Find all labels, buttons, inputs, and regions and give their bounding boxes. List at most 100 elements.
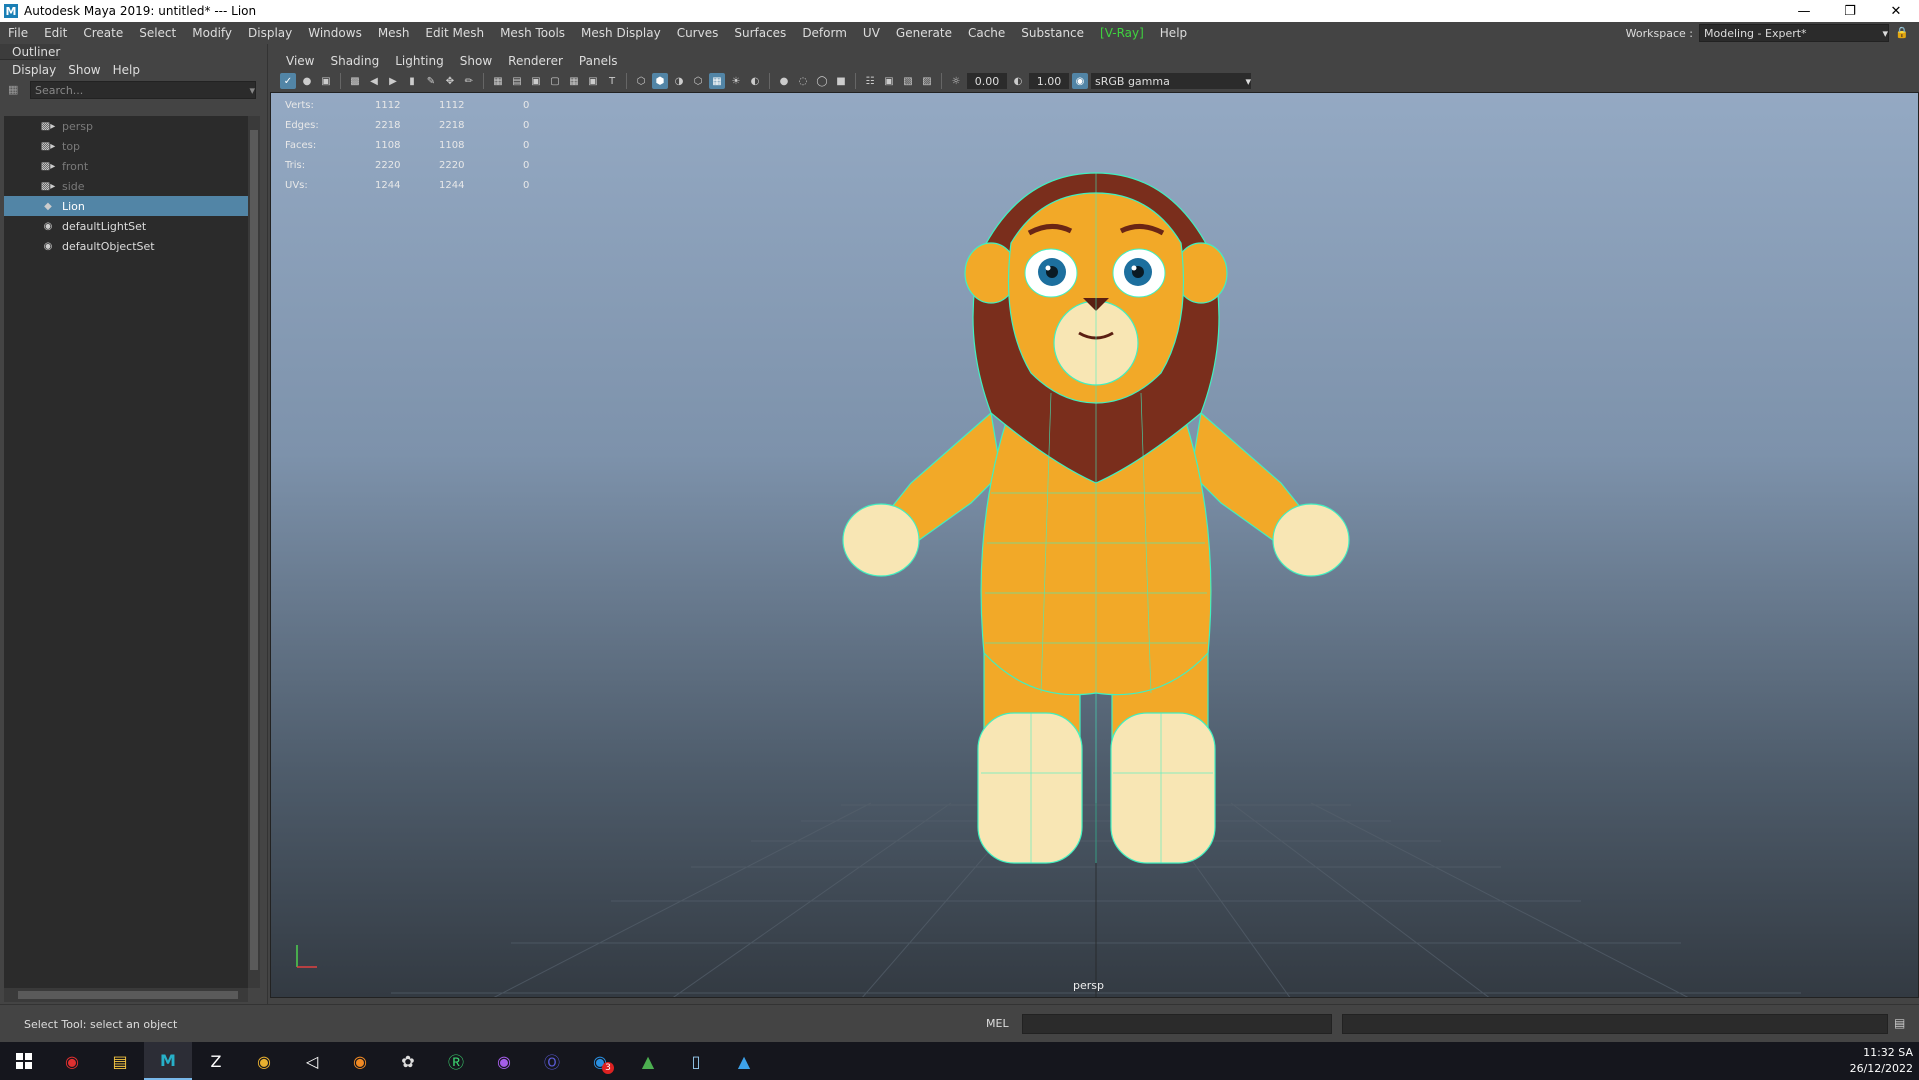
taskbar-explorer-icon[interactable]: ▤ <box>96 1042 144 1080</box>
pencil-icon[interactable]: ✏ <box>461 73 477 89</box>
color-management-icon[interactable]: ◉ <box>1072 73 1088 89</box>
outliner-item-top[interactable]: ▩▸ top <box>4 136 248 156</box>
grease-pencil-icon[interactable]: ✎ <box>423 73 439 89</box>
menu-cache[interactable]: Cache <box>960 26 1013 40</box>
taskbar-substance-icon[interactable]: ◉ <box>48 1042 96 1080</box>
wireframe-icon[interactable]: ⬡ <box>633 73 649 89</box>
menu-help[interactable]: Help <box>1152 26 1195 40</box>
system-clock[interactable]: 11:32 SA 26/12/2022 <box>1850 1042 1913 1080</box>
screen-space-ao-icon[interactable]: ● <box>776 73 792 89</box>
menu-deform[interactable]: Deform <box>794 26 855 40</box>
next-view-icon[interactable]: ▶ <box>385 73 401 89</box>
script-editor-icon[interactable]: ▤ <box>1894 1016 1910 1032</box>
xray-active-components-icon[interactable]: ▨ <box>919 73 935 89</box>
outliner-vertical-scrollbar[interactable] <box>248 116 260 988</box>
viewport-menu-show[interactable]: Show <box>452 54 500 68</box>
menu-windows[interactable]: Windows <box>300 26 370 40</box>
default-material-icon[interactable]: ◑ <box>671 73 687 89</box>
menu-uv[interactable]: UV <box>855 26 888 40</box>
menu-substance[interactable]: Substance <box>1013 26 1092 40</box>
taskbar-upwork-icon[interactable]: Ⓡ <box>432 1042 480 1080</box>
outliner-horizontal-scrollbar[interactable] <box>4 988 248 1002</box>
menu-select[interactable]: Select <box>131 26 184 40</box>
3d-viewport[interactable]: Verts: 1112 1112 0 Edges: 2218 2218 0 Fa… <box>270 92 1919 998</box>
safe-title-icon[interactable]: T <box>604 73 620 89</box>
menu-create[interactable]: Create <box>75 26 131 40</box>
field-chart-icon[interactable]: ▦ <box>566 73 582 89</box>
menu-display[interactable]: Display <box>240 26 300 40</box>
workspace-dropdown[interactable]: Modeling - Expert* ▾ <box>1699 24 1889 42</box>
viewport-menu-shading[interactable]: Shading <box>322 54 387 68</box>
outliner-search-input[interactable]: Search... ▾ <box>30 81 256 99</box>
camera-attributes-icon[interactable]: ▣ <box>318 73 334 89</box>
lock-icon[interactable]: 🔒 <box>1895 26 1909 40</box>
taskbar-maya-icon[interactable]: M <box>144 1042 192 1080</box>
use-all-lights-icon[interactable]: ☀ <box>728 73 744 89</box>
restore-button[interactable]: ❐ <box>1827 0 1873 22</box>
xray-joints-icon[interactable]: ▧ <box>900 73 916 89</box>
view-transform-dropdown[interactable]: sRGB gamma ▾ <box>1091 73 1251 89</box>
outliner-item-defaultlightset[interactable]: ◉ defaultLightSet <box>4 216 248 236</box>
film-gate-icon[interactable]: ▤ <box>509 73 525 89</box>
gamma-icon[interactable]: ◐ <box>1010 73 1026 89</box>
menu-edit-mesh[interactable]: Edit Mesh <box>417 26 492 40</box>
taskbar-github-icon[interactable]: ◉ <box>480 1042 528 1080</box>
menu-curves[interactable]: Curves <box>669 26 727 40</box>
scrollbar-thumb[interactable] <box>18 991 238 999</box>
shadows-icon[interactable]: ◐ <box>747 73 763 89</box>
scrollbar-thumb[interactable] <box>250 130 258 970</box>
outliner-menu-help[interactable]: Help <box>107 63 146 77</box>
minimize-button[interactable]: — <box>1781 0 1827 22</box>
menu-generate[interactable]: Generate <box>888 26 960 40</box>
lock-camera-icon[interactable]: ● <box>299 73 315 89</box>
script-language-toggle[interactable]: MEL <box>986 1017 1009 1030</box>
taskbar-notes-icon[interactable]: ▯ <box>672 1042 720 1080</box>
outliner-menu-show[interactable]: Show <box>62 63 106 77</box>
outliner-tab[interactable]: Outliner <box>0 44 60 60</box>
taskbar-marmoset-icon[interactable]: ✿ <box>384 1042 432 1080</box>
grid-icon[interactable]: ▦ <box>490 73 506 89</box>
menu-mesh-tools[interactable]: Mesh Tools <box>492 26 573 40</box>
previous-view-icon[interactable]: ◀ <box>366 73 382 89</box>
smooth-shade-icon[interactable]: ⬢ <box>652 73 668 89</box>
exposure-field[interactable]: 0.00 <box>967 73 1007 89</box>
bookmark-camera-icon[interactable]: ▩ <box>347 73 363 89</box>
mel-command-input[interactable] <box>1022 1014 1332 1034</box>
outliner-item-persp[interactable]: ▩▸ persp <box>4 116 248 136</box>
exposure-icon[interactable]: ☼ <box>948 73 964 89</box>
menu-mesh[interactable]: Mesh <box>370 26 418 40</box>
close-button[interactable]: ✕ <box>1873 0 1919 22</box>
motion-blur-icon[interactable]: ◌ <box>795 73 811 89</box>
taskbar-chrome-icon[interactable]: ◉ <box>240 1042 288 1080</box>
isolate-select-icon[interactable]: ☷ <box>862 73 878 89</box>
taskbar-unity-icon[interactable]: ◁ <box>288 1042 336 1080</box>
select-camera-icon[interactable]: ✓ <box>280 73 296 89</box>
viewport-menu-renderer[interactable]: Renderer <box>500 54 571 68</box>
menu-edit[interactable]: Edit <box>36 26 75 40</box>
outliner-item-lion[interactable]: ◆ Lion <box>4 196 248 216</box>
menu-surfaces[interactable]: Surfaces <box>726 26 794 40</box>
taskbar-w-icon[interactable]: Ⓞ <box>528 1042 576 1080</box>
chevron-down-icon[interactable]: ▾ <box>249 84 255 97</box>
taskbar-photoshop-icon[interactable]: ▲ <box>624 1042 672 1080</box>
menu-mesh-display[interactable]: Mesh Display <box>573 26 669 40</box>
gate-mask-icon[interactable]: ▢ <box>547 73 563 89</box>
wireframe-on-shaded-icon[interactable]: ⬡ <box>690 73 706 89</box>
viewport-menu-panels[interactable]: Panels <box>571 54 626 68</box>
depth-of-field-icon[interactable]: ■ <box>833 73 849 89</box>
resolution-gate-icon[interactable]: ▣ <box>528 73 544 89</box>
outliner-menu-display[interactable]: Display <box>6 63 62 77</box>
menu-modify[interactable]: Modify <box>184 26 240 40</box>
gamma-field[interactable]: 1.00 <box>1029 73 1069 89</box>
xray-icon[interactable]: ▣ <box>881 73 897 89</box>
outliner-item-defaultobjectset[interactable]: ◉ defaultObjectSet <box>4 236 248 256</box>
safe-action-icon[interactable]: ▣ <box>585 73 601 89</box>
outliner-item-front[interactable]: ▩▸ front <box>4 156 248 176</box>
taskbar-photos-icon[interactable]: ▲ <box>720 1042 768 1080</box>
filter-icon[interactable]: ▦ <box>8 83 22 97</box>
start-button[interactable] <box>0 1042 48 1080</box>
taskbar-chat-icon[interactable]: ◉ 3 <box>576 1042 624 1080</box>
viewport-menu-lighting[interactable]: Lighting <box>387 54 452 68</box>
menu-vray[interactable]: [V-Ray] <box>1092 26 1152 40</box>
menu-file[interactable]: File <box>0 26 36 40</box>
